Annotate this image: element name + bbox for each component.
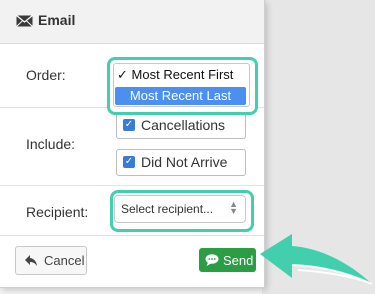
checkbox-label: Cancellations [141,117,226,133]
email-dialog: Email Order: Include: ✓ Cancellations ✓ … [0,0,265,288]
checkmark-icon: ✓ [117,67,128,82]
send-label: Send [223,253,254,268]
reply-arrow-icon [25,255,37,266]
select-arrows-icon: ▲ ▼ [229,199,238,216]
order-option-label: Most Recent First [131,67,234,82]
pointer-arrow-icon [260,234,373,285]
checkbox-cancellations[interactable]: ✓ Cancellations [116,112,246,139]
checkbox-checked-icon[interactable]: ✓ [123,119,135,131]
order-option-first[interactable]: ✓ Most Recent First [117,67,233,83]
include-label: Include: [26,136,76,152]
send-button[interactable]: Send [199,248,256,272]
checkbox-label: Did Not Arrive [141,154,228,170]
recipient-label: Recipient: [26,204,89,220]
checkbox-checked-icon[interactable]: ✓ [123,156,135,168]
cancel-label: Cancel [44,253,85,268]
cancel-button[interactable]: Cancel [15,246,87,275]
recipient-placeholder: Select recipient... [121,202,214,216]
dialog-header: Email [0,0,264,44]
order-label: Order: [26,67,66,83]
envelope-icon [16,15,33,27]
divider [0,185,264,186]
order-option-last[interactable]: Most Recent Last [115,87,246,105]
divider [0,235,264,236]
order-dropdown[interactable]: ✓ Most Recent First Most Recent Last [113,63,250,107]
recipient-select[interactable]: Select recipient... ▲ ▼ [114,195,246,223]
checkbox-did-not-arrive[interactable]: ✓ Did Not Arrive [116,149,246,176]
dialog-title: Email [38,12,76,28]
speech-bubble-icon [205,254,219,266]
